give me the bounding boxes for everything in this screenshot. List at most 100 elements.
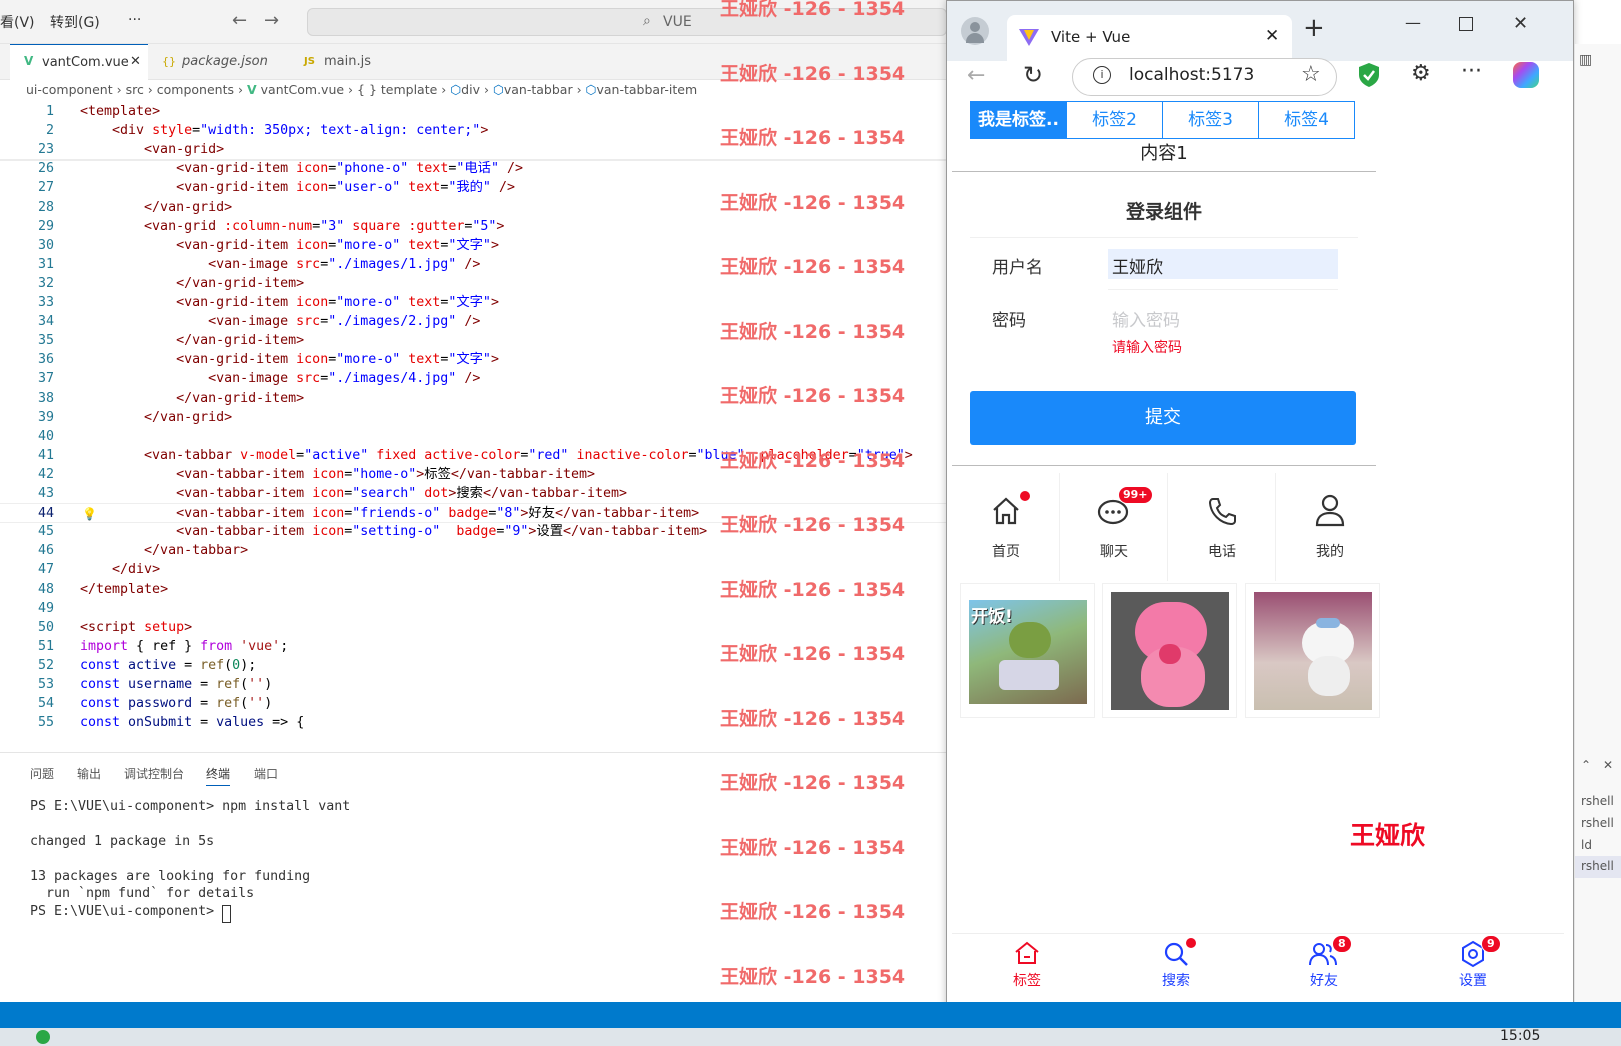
- code-line[interactable]: 26 <van-grid-item icon="phone-o" text="电…: [0, 159, 950, 179]
- code-line[interactable]: 39 </van-grid>: [0, 408, 950, 428]
- van-tab-3[interactable]: 标签3: [1162, 101, 1259, 139]
- panel-tab-terminal[interactable]: 终端: [206, 765, 231, 786]
- username-input[interactable]: 王娅欣: [1108, 249, 1338, 279]
- panel-tab-problems[interactable]: 问题: [30, 765, 54, 782]
- window-close-icon[interactable]: ✕: [1513, 13, 1528, 34]
- copilot-icon[interactable]: [1513, 62, 1539, 88]
- more-menu-icon[interactable]: ···: [1461, 59, 1482, 84]
- extensions-icon[interactable]: ⚙: [1411, 61, 1431, 86]
- code-line[interactable]: 29 <van-grid :column-num="3" square :gut…: [0, 217, 950, 237]
- back-icon[interactable]: ←: [967, 63, 985, 88]
- address-bar[interactable]: i localhost:5173 ☆: [1072, 58, 1337, 96]
- image-cell-3[interactable]: [1245, 583, 1380, 718]
- code-line[interactable]: 53 const username = ref(''): [0, 675, 950, 695]
- minimize-icon[interactable]: —: [1405, 13, 1421, 32]
- tab-main-js[interactable]: JS main.js: [290, 44, 400, 80]
- watermark-text: 王娅欣 -126 - 1354: [720, 836, 906, 859]
- sticky-scroll-separator: [0, 159, 950, 161]
- status-icon: [36, 1030, 50, 1044]
- van-tab-2[interactable]: 标签2: [1066, 101, 1163, 139]
- code-text: <van-grid :column-num="3" square :gutter…: [144, 218, 505, 234]
- grid-item-phone[interactable]: 电话: [1168, 473, 1276, 581]
- vite-icon: [1019, 29, 1039, 46]
- vscode-window: 看(V) 转到(G) ··· ← → ⌕ VUE V vantCom.vue ✕…: [0, 0, 950, 1046]
- submit-button[interactable]: 提交: [970, 391, 1356, 445]
- line-number: 52: [37, 657, 54, 673]
- tab-package-json[interactable]: {} package.json: [150, 44, 285, 80]
- grid-item-chat[interactable]: 99+ 聊天: [1060, 473, 1168, 581]
- tabbar-item-settings[interactable]: 9 设置: [1413, 934, 1533, 994]
- breadcrumb-item[interactable]: src: [126, 82, 144, 97]
- code-line[interactable]: 43 <van-tabbar-item icon="search" dot>搜索…: [0, 484, 950, 504]
- chevron-up-icon[interactable]: ⌃: [1581, 758, 1591, 772]
- line-number: 36: [37, 352, 54, 368]
- van-tab-4[interactable]: 标签4: [1258, 101, 1355, 139]
- breadcrumb-item[interactable]: components: [157, 82, 234, 97]
- watermark-text: 王娅欣 -126 - 1354: [720, 901, 906, 923]
- back-arrow-icon[interactable]: ←: [232, 10, 247, 31]
- browser-tab[interactable]: Vite + Vue ✕: [1007, 15, 1292, 61]
- code-line[interactable]: 49: [0, 599, 950, 619]
- code-line[interactable]: 1 <template>: [0, 102, 950, 122]
- breadcrumb-item[interactable]: vantCom.vue: [261, 82, 344, 97]
- line-number: 43: [37, 486, 54, 501]
- terminal-list-item[interactable]: rshell: [1575, 856, 1621, 878]
- breadcrumb-item[interactable]: van-tabbar-item: [596, 82, 697, 97]
- breadcrumb-item[interactable]: div: [461, 82, 480, 97]
- maximize-icon[interactable]: [1459, 17, 1473, 31]
- breadcrumb-item[interactable]: van-tabbar: [504, 82, 573, 97]
- tabbar-item-home[interactable]: 标签: [967, 934, 1087, 994]
- vue-icon: V: [246, 82, 257, 97]
- code-text: <template>: [80, 104, 161, 119]
- line-number: 41: [37, 447, 54, 463]
- shield-icon[interactable]: [1357, 62, 1381, 88]
- watermark-text: 王娅欣 -126 - 1354: [720, 62, 906, 85]
- code-line[interactable]: 50 <script setup>: [0, 618, 950, 638]
- code-line[interactable]: 46 </van-tabbar>: [0, 541, 950, 561]
- reload-icon[interactable]: ↻: [1023, 61, 1043, 89]
- panel-tab-output[interactable]: 输出: [77, 765, 101, 782]
- menu-goto[interactable]: 转到(G): [50, 12, 100, 32]
- tab-close-icon[interactable]: ✕: [1265, 26, 1279, 46]
- panel-tab-debug-console[interactable]: 调试控制台: [124, 765, 184, 782]
- vue-icon: V: [24, 54, 34, 68]
- terminal-list-item[interactable]: ld: [1581, 838, 1592, 852]
- code-text: <van-image src="./images/1.jpg" />: [208, 256, 481, 272]
- code-line[interactable]: 40: [0, 427, 950, 447]
- tabbar-item-search[interactable]: 搜索: [1116, 934, 1236, 994]
- tabbar-item-friends[interactable]: 8 好友: [1264, 934, 1384, 994]
- terminal-line: PS E:\VUE\ui-component> npm install vant: [30, 799, 351, 814]
- grid-item-home[interactable]: 首页: [952, 473, 1060, 581]
- code-text: const username = ref(''): [80, 677, 273, 692]
- close-icon[interactable]: ✕: [1603, 758, 1613, 772]
- line-number: 44: [37, 506, 54, 522]
- terminal-list-item[interactable]: rshell: [1581, 816, 1614, 830]
- image-caption: 开饭!: [971, 607, 1013, 627]
- line-number: 40: [37, 428, 54, 444]
- split-editor-icon[interactable]: ▥: [1579, 52, 1592, 68]
- new-tab-icon[interactable]: +: [1303, 13, 1325, 43]
- terminal-list-item[interactable]: rshell: [1581, 794, 1614, 808]
- van-tab-1[interactable]: 我是标签..: [970, 101, 1067, 139]
- grid-item-label: 我的: [1316, 544, 1344, 560]
- code-text: <van-grid>: [144, 142, 225, 158]
- code-line[interactable]: 33 <van-grid-item icon="more-o" text="文字…: [0, 293, 950, 313]
- info-icon[interactable]: i: [1093, 66, 1111, 84]
- badge: 99+: [1118, 486, 1153, 504]
- watermark-text: 王娅欣 -126 - 1354: [720, 643, 906, 665]
- close-icon[interactable]: ✕: [130, 54, 141, 69]
- code-line[interactable]: 36 <van-grid-item icon="more-o" text="文字…: [0, 350, 950, 370]
- forward-arrow-icon[interactable]: →: [264, 10, 279, 31]
- panel-tab-ports[interactable]: 端口: [254, 765, 278, 782]
- profile-avatar[interactable]: [961, 17, 989, 45]
- favorite-star-icon[interactable]: ☆: [1301, 62, 1321, 87]
- grid-item-user[interactable]: 我的: [1276, 473, 1384, 581]
- image-cell-1[interactable]: 开饭!: [960, 583, 1095, 718]
- password-input[interactable]: 输入密码: [1112, 306, 1180, 331]
- tab-vantcom[interactable]: V vantCom.vue ✕: [10, 44, 148, 80]
- breadcrumb-item[interactable]: ui-component: [26, 82, 113, 97]
- menu-view[interactable]: 看(V): [0, 12, 35, 32]
- menu-more[interactable]: ···: [128, 12, 141, 28]
- image-cell-2[interactable]: [1102, 583, 1237, 718]
- breadcrumb-item[interactable]: { } template: [357, 82, 437, 97]
